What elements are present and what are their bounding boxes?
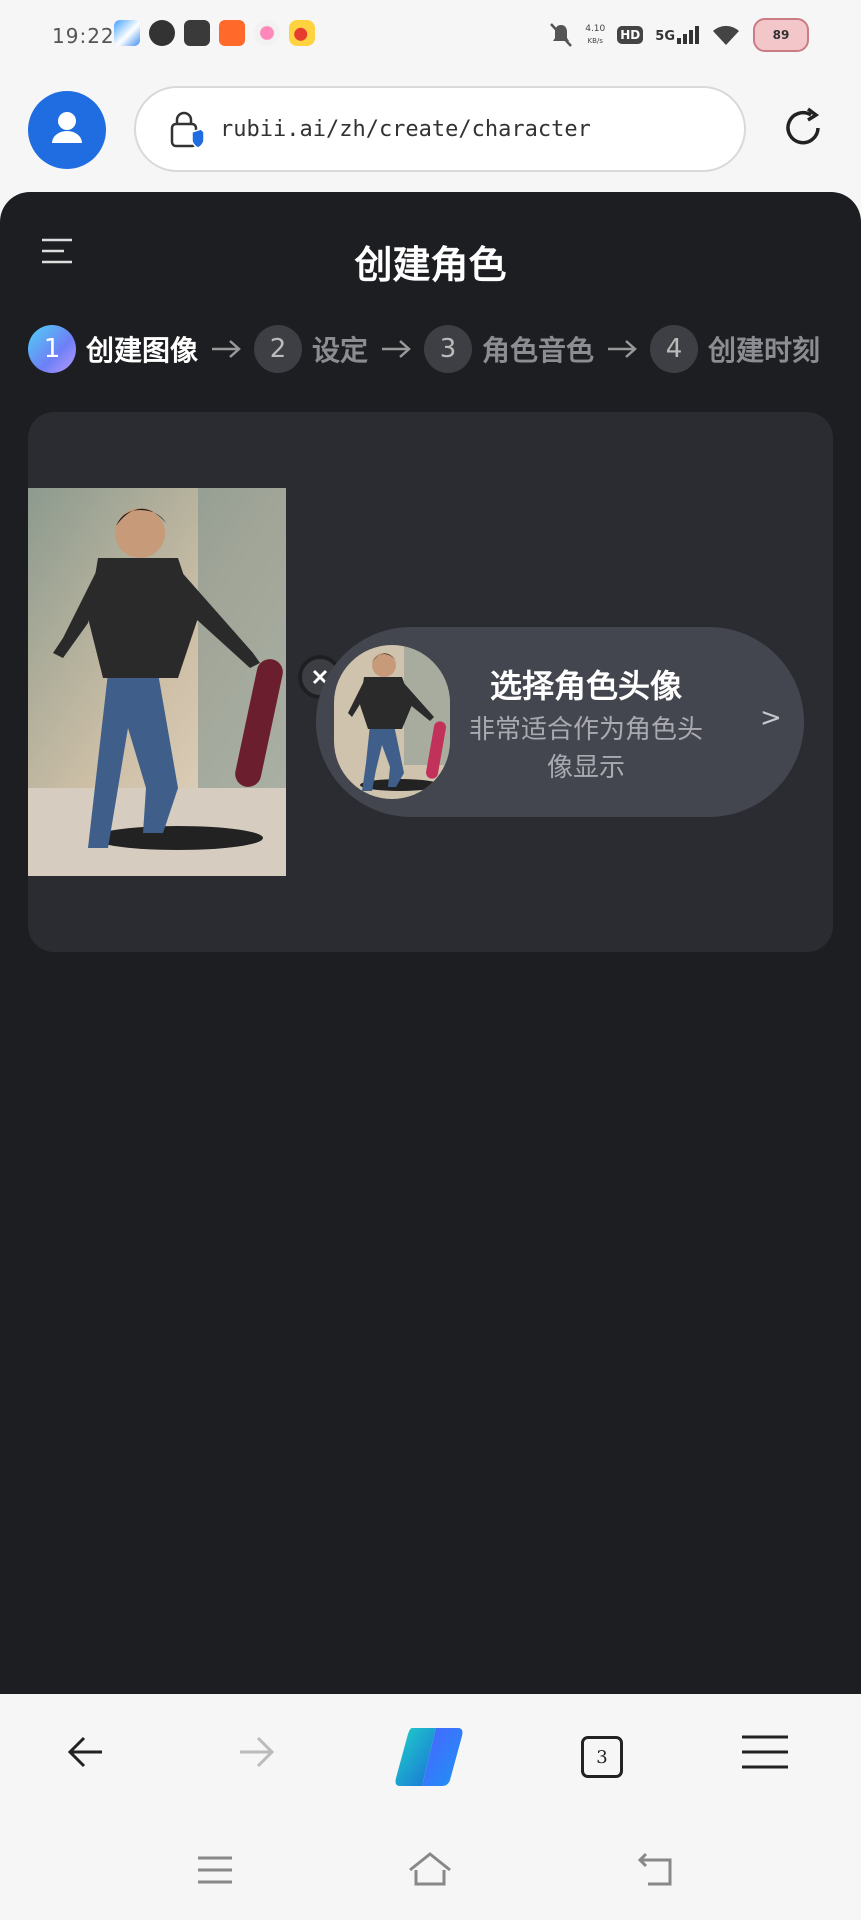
video-app-icon xyxy=(149,20,175,46)
network-type: 5G xyxy=(655,29,675,44)
network-speed: 4.10 KB/s xyxy=(585,23,605,47)
address-bar[interactable]: rubii.ai/zh/create/character xyxy=(134,86,746,172)
mute-icon xyxy=(550,23,573,47)
hamburger-icon xyxy=(742,1735,788,1769)
system-nav-bar xyxy=(0,1820,861,1920)
copilot-button[interactable] xyxy=(392,1724,466,1794)
shopping-app-icon xyxy=(219,20,245,46)
step-2-number: 2 xyxy=(254,325,303,373)
arrow-right-icon xyxy=(240,1736,275,1768)
page-title: 创建角色 xyxy=(354,243,507,287)
step-1-number: 1 xyxy=(28,325,76,373)
speed-unit: KB/s xyxy=(587,37,603,45)
forward-button[interactable] xyxy=(236,1732,276,1776)
step-3-label: 角色音色 xyxy=(482,334,595,367)
back-button[interactable] xyxy=(66,1732,106,1776)
step-2-label: 设定 xyxy=(312,334,369,367)
reload-button[interactable] xyxy=(778,103,828,157)
copilot-icon xyxy=(395,1728,463,1786)
shield-lock-icon xyxy=(168,110,208,156)
home-button[interactable] xyxy=(406,1850,454,1892)
reload-icon xyxy=(786,107,820,145)
arrow-left-icon xyxy=(67,1736,102,1768)
url-text: rubii.ai/zh/create/character xyxy=(220,117,591,142)
home-icon xyxy=(409,1852,451,1886)
status-indicators: 4.10 KB/s HD 5G 89 xyxy=(549,18,809,52)
step-4-number: 4 xyxy=(650,325,699,373)
browser-toolbar: rubii.ai/zh/create/character xyxy=(0,70,861,192)
status-bar: 19:22 4.10 KB/s HD 5G 89 xyxy=(0,0,861,70)
weibo-app-icon xyxy=(289,20,315,46)
status-time: 19:22 xyxy=(52,24,115,48)
camera-app-icon xyxy=(254,20,280,46)
arrow-right-icon xyxy=(212,340,241,358)
battery-level: 89 xyxy=(772,28,790,42)
notification-icons xyxy=(114,20,315,46)
chevron-right-icon: > xyxy=(760,703,782,733)
browser-menu-button[interactable] xyxy=(740,1732,790,1776)
step-1-label: 创建图像 xyxy=(86,334,199,367)
step-progress: 1 创建图像 2 设定 3 角色音色 4 创建时刻 xyxy=(28,325,820,373)
arrow-right-icon xyxy=(608,340,637,358)
speed-value: 4.10 xyxy=(585,24,606,34)
tabs-button[interactable]: 3 xyxy=(581,1736,623,1778)
step-4-label: 创建时刻 xyxy=(708,334,821,367)
battery-icon: 89 xyxy=(753,18,809,52)
card-subtitle: 非常适合作为角色头像显示 xyxy=(468,715,703,783)
card-title: 选择角色头像 xyxy=(489,667,682,705)
profile-avatar-button[interactable] xyxy=(28,91,106,169)
image-panel: 选择角色头像 非常适合作为角色头像显示 > xyxy=(28,412,833,952)
browser-bottom-bar: 3 xyxy=(0,1694,861,1820)
recent-apps-button[interactable] xyxy=(196,1854,234,1890)
map-app-icon xyxy=(114,20,140,46)
wifi-icon xyxy=(713,25,739,45)
avatar-thumbnail xyxy=(334,645,450,799)
person-icon xyxy=(52,112,82,143)
page-content: 创建角色 1 创建图像 2 设定 3 角色音色 4 创建时刻 选择角色头像 非常… xyxy=(0,192,861,1694)
signal-icon: 5G xyxy=(655,26,699,44)
choose-avatar-card[interactable]: 选择角色头像 非常适合作为角色头像显示 > xyxy=(316,627,804,817)
back-icon xyxy=(637,1852,672,1886)
arrow-right-icon xyxy=(382,340,411,358)
system-back-button[interactable] xyxy=(636,1852,676,1892)
step-3-number: 3 xyxy=(424,325,473,373)
book-app-icon xyxy=(184,20,210,46)
character-image[interactable] xyxy=(28,488,286,876)
menu-lines-icon xyxy=(198,1856,232,1884)
hd-badge: HD xyxy=(617,26,644,44)
